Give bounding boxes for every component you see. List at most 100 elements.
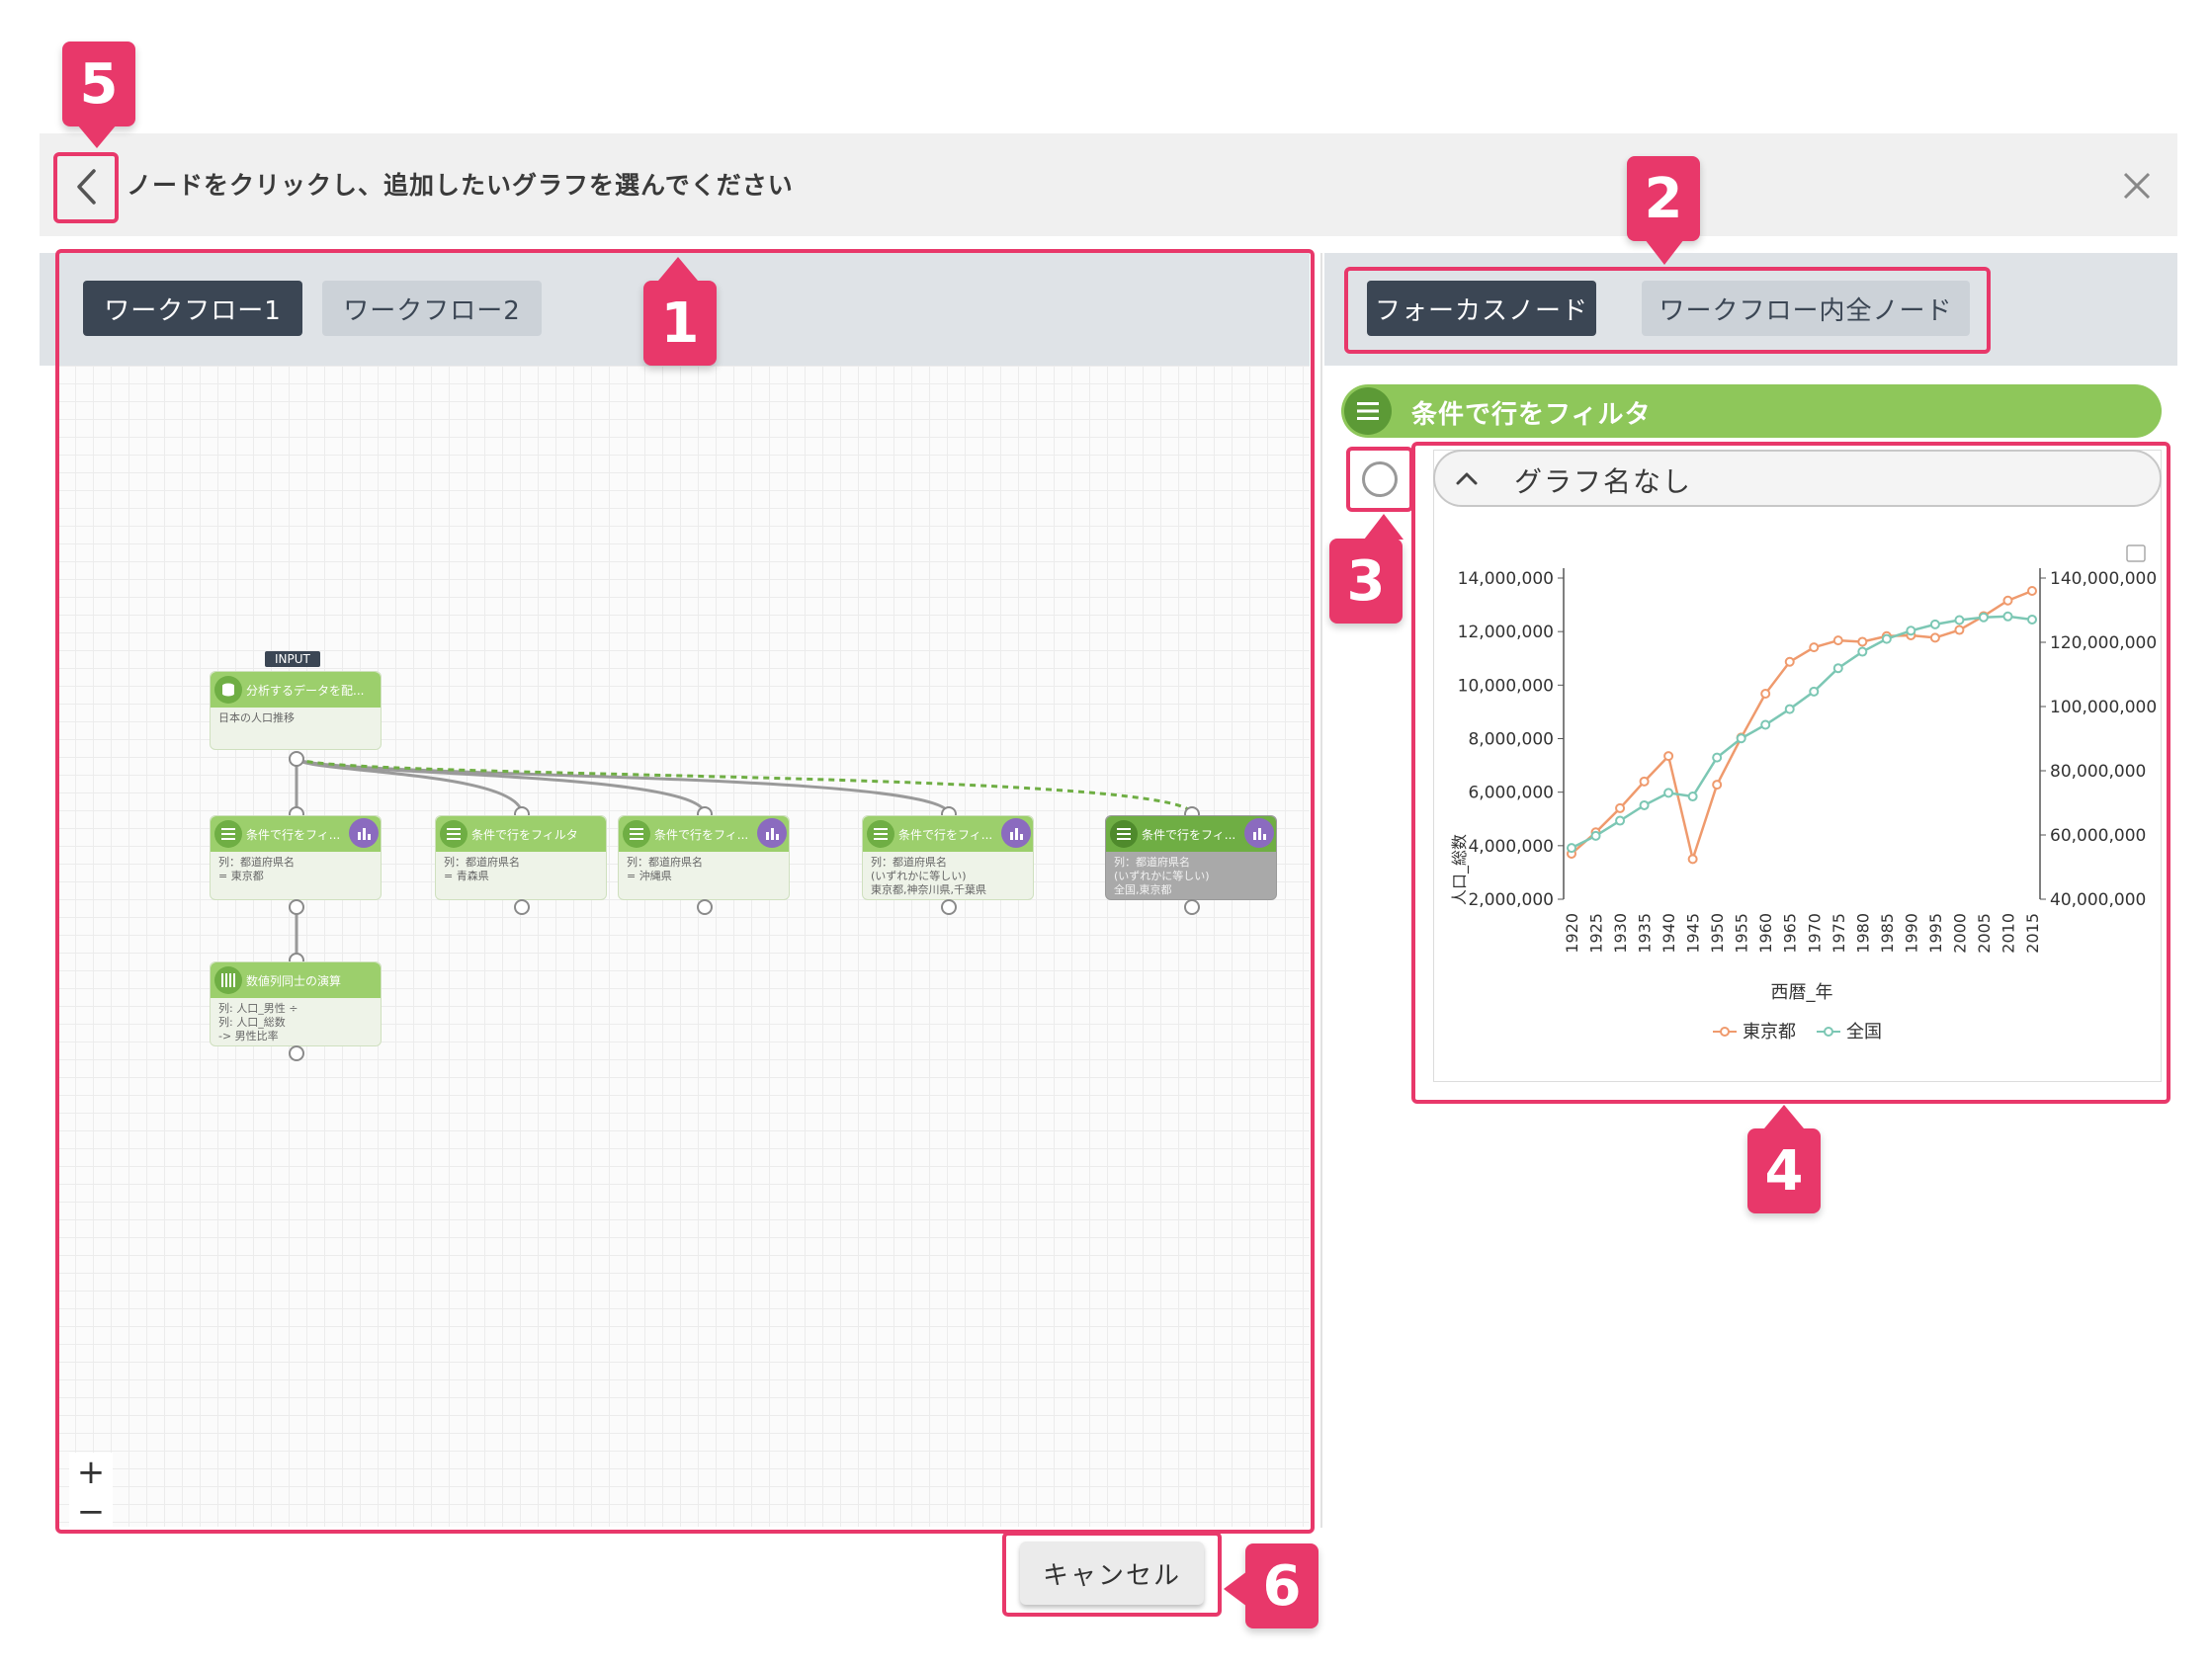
node-line: 列：都道府県名 bbox=[444, 856, 520, 869]
y2-tick-label: 100,000,000 bbox=[2050, 698, 2157, 717]
node-line: 列：都道府県名 bbox=[627, 856, 703, 869]
close-button[interactable] bbox=[2115, 164, 2159, 208]
node-title: 条件で行をフィルタ bbox=[471, 827, 578, 842]
x-tick-label: 1930 bbox=[1611, 913, 1630, 954]
node-filter-tokyo[interactable]: 条件で行をフィ... 列：都道府県名 = 東京都 bbox=[210, 815, 382, 900]
output-port[interactable] bbox=[1184, 899, 1200, 915]
node-line: 列：都道府県名 bbox=[871, 856, 947, 869]
data-point bbox=[2002, 595, 2013, 606]
node-line: 列: 人口_男性 ÷ bbox=[218, 1002, 298, 1015]
bar-chart-icon[interactable] bbox=[349, 818, 379, 848]
node-filter-aomori[interactable]: 条件で行をフィルタ 列：都道府県名 = 青森県 bbox=[435, 815, 607, 900]
data-point bbox=[1954, 625, 1965, 635]
output-port[interactable] bbox=[289, 751, 304, 767]
filter-icon bbox=[440, 820, 468, 848]
data-point bbox=[2027, 586, 2037, 596]
x-tick-label: 1945 bbox=[1684, 913, 1703, 954]
y-tick-label: 2,000,000 bbox=[1468, 890, 1554, 910]
data-point bbox=[1906, 626, 1916, 636]
data-point bbox=[1590, 830, 1601, 841]
data-point bbox=[1567, 843, 1576, 854]
database-icon bbox=[214, 676, 242, 704]
data-point bbox=[1663, 751, 1674, 762]
node-line: 全国,東京都 bbox=[1114, 883, 1172, 896]
data-point bbox=[1760, 689, 1771, 699]
data-point bbox=[1639, 799, 1650, 810]
data-point bbox=[1954, 615, 1965, 626]
graph-select-radio[interactable] bbox=[1362, 461, 1398, 497]
data-point bbox=[1832, 635, 1843, 646]
x-tick-label: 2000 bbox=[1950, 913, 1969, 954]
data-point bbox=[1809, 686, 1820, 697]
tab-focus-node[interactable]: フォーカスノード bbox=[1367, 281, 1596, 336]
node-column-calc[interactable]: 数値列同士の演算 列: 人口_男性 ÷ 列: 人口_総数 -> 男性比率 bbox=[210, 961, 382, 1046]
data-point bbox=[1736, 733, 1746, 744]
y-tick-label: 12,000,000 bbox=[1458, 623, 1554, 642]
output-port[interactable] bbox=[514, 899, 530, 915]
bar-chart-icon[interactable] bbox=[1244, 818, 1274, 848]
bar-chart-icon[interactable] bbox=[1001, 818, 1031, 848]
annotation-badge-4: 4 bbox=[1747, 1128, 1821, 1213]
x-tick-label: 1955 bbox=[1733, 913, 1751, 954]
workflow-canvas[interactable]: INPUT 分析するデータを配... 日本の人口推移 条件で行をフィ... 列：… bbox=[57, 366, 1310, 1527]
x-tick-label: 2015 bbox=[2023, 913, 2042, 954]
output-port[interactable] bbox=[289, 1045, 304, 1061]
legend-marker-2 bbox=[1824, 1027, 1833, 1037]
data-point bbox=[1615, 815, 1626, 826]
node-line: 列: 人口_総数 bbox=[218, 1016, 286, 1029]
tab-all-nodes[interactable]: ワークフロー内全ノード bbox=[1642, 281, 1970, 336]
node-line: = 東京都 bbox=[218, 870, 264, 882]
annotation-badge-6: 6 bbox=[1245, 1543, 1319, 1628]
node-line: 東京都,神奈川県,千葉県 bbox=[871, 883, 986, 896]
focus-node-title: 条件で行をフィルタ bbox=[1411, 400, 1652, 430]
data-point bbox=[1712, 780, 1723, 791]
dialog-title: ノードをクリックし、追加したいグラフを選んでください bbox=[127, 171, 794, 200]
node-filter-kanto[interactable]: 条件で行をフィ... 列：都道府県名 (いずれかに等しい) 東京都,神奈川県,千葉県 bbox=[862, 815, 1034, 900]
y2-tick-label: 140,000,000 bbox=[2050, 569, 2157, 589]
badge-pointer bbox=[1764, 1105, 1804, 1128]
x-tick-label: 1995 bbox=[1926, 913, 1945, 954]
node-title: 分析するデータを配... bbox=[246, 683, 365, 698]
badge-pointer bbox=[1645, 239, 1684, 265]
legend-label-1: 東京都 bbox=[1743, 1022, 1796, 1042]
cancel-button[interactable]: キャンセル bbox=[1020, 1542, 1204, 1605]
y2-tick-label: 60,000,000 bbox=[2050, 826, 2146, 846]
tab-workflow-2[interactable]: ワークフロー2 bbox=[322, 281, 542, 336]
columns-icon bbox=[214, 966, 242, 994]
filter-icon bbox=[1344, 387, 1392, 435]
data-point bbox=[1687, 792, 1698, 802]
badge-pointer bbox=[658, 257, 698, 281]
close-icon bbox=[2123, 172, 2151, 200]
tab-workflow-1[interactable]: ワークフロー1 bbox=[83, 281, 302, 336]
zoom-in-button[interactable]: + bbox=[69, 1453, 113, 1492]
screen: ノードをクリックし、追加したいグラフを選んでください ワークフロー1 ワークフロ… bbox=[0, 0, 2212, 1668]
node-input[interactable]: 分析するデータを配... 日本の人口推移 bbox=[210, 671, 382, 750]
data-point bbox=[2002, 611, 2013, 622]
node-line: -> 男性比率 bbox=[218, 1030, 279, 1042]
x-tick-label: 2005 bbox=[1975, 913, 1994, 954]
input-tag: INPUT bbox=[265, 651, 320, 667]
output-port[interactable] bbox=[697, 899, 713, 915]
data-point bbox=[1760, 719, 1771, 730]
data-point bbox=[1929, 619, 1940, 629]
chevron-left-icon bbox=[77, 169, 96, 205]
data-point bbox=[1832, 663, 1843, 674]
x-tick-label: 1965 bbox=[1781, 913, 1800, 954]
data-point bbox=[1809, 642, 1820, 653]
x-tick-label: 2010 bbox=[1999, 913, 2017, 954]
zoom-out-button[interactable]: − bbox=[69, 1492, 113, 1527]
output-port[interactable] bbox=[941, 899, 957, 915]
graph-title: グラフ名なし bbox=[1514, 465, 1693, 498]
node-filter-okinawa[interactable]: 条件で行をフィ... 列：都道府県名 = 沖縄県 bbox=[618, 815, 790, 900]
y-tick-label: 6,000,000 bbox=[1468, 784, 1554, 803]
y2-tick-label: 120,000,000 bbox=[2050, 633, 2157, 653]
filter-icon bbox=[214, 820, 242, 848]
node-filter-national[interactable]: 条件で行をフィ... 列：都道府県名 (いずれかに等しい) 全国,東京都 bbox=[1105, 815, 1277, 900]
x-tick-label: 1990 bbox=[1902, 913, 1920, 954]
x-tick-label: 1925 bbox=[1587, 913, 1606, 954]
bar-chart-icon[interactable] bbox=[757, 818, 787, 848]
node-title: 条件で行をフィ... bbox=[246, 827, 341, 842]
data-point bbox=[1784, 656, 1795, 667]
back-button[interactable] bbox=[59, 158, 113, 215]
output-port[interactable] bbox=[289, 899, 304, 915]
